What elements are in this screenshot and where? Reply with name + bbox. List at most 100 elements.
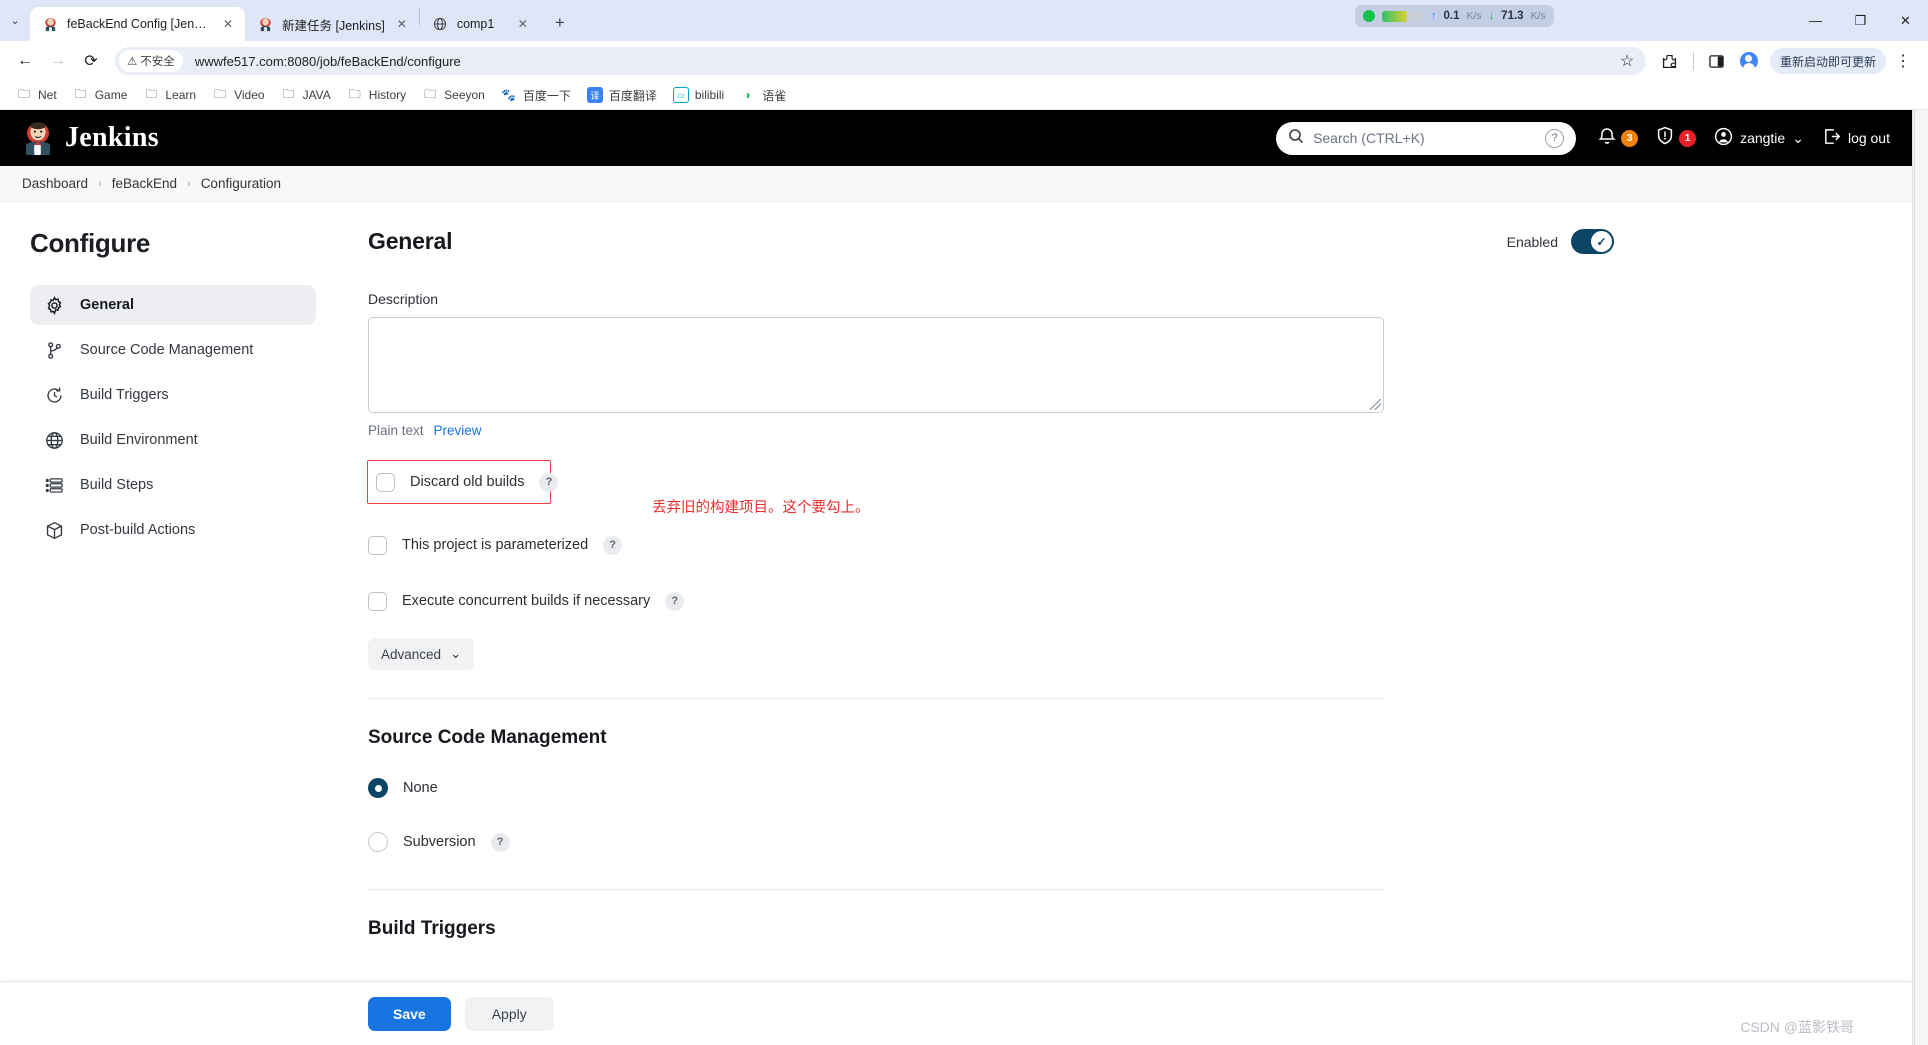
apply-button[interactable]: Apply [464, 996, 554, 1031]
window-scroll-rail [1914, 110, 1928, 1045]
help-icon[interactable]: ? [539, 472, 559, 492]
sidebar-item-build-environment[interactable]: Build Environment [30, 420, 316, 460]
gear-icon [44, 295, 64, 315]
close-window-icon[interactable]: ✕ [1883, 4, 1928, 38]
logout-label: log out [1847, 130, 1890, 146]
scm-none-radio[interactable] [368, 778, 388, 798]
bell-icon [1598, 126, 1616, 150]
tab-search-chevron-icon[interactable]: ⌄ [0, 0, 30, 41]
section-title-general: General [368, 228, 453, 254]
sidebar-item-build-steps[interactable]: Build Steps [30, 465, 316, 505]
configure-main: General Enabled ✓ Description Plain text… [340, 228, 1650, 1045]
enabled-toggle[interactable]: ✓ [1571, 229, 1614, 254]
concurrent-builds-checkbox[interactable] [368, 591, 387, 611]
bookmark-learn[interactable]: 🗀 Learn [136, 84, 203, 106]
extensions-icon[interactable] [1655, 46, 1685, 76]
description-textarea[interactable] [368, 317, 1384, 413]
bookmark-label: JAVA [302, 88, 331, 102]
address-bar[interactable]: ⚠ 不安全 wwwfe517.com:8080/job/feBackEnd/co… [115, 47, 1646, 75]
jenkins-logo[interactable]: Jenkins [22, 121, 159, 155]
bookmark-star-icon[interactable]: ☆ [1612, 46, 1642, 76]
address-bar-actions: ☆ [1612, 46, 1642, 76]
user-name: zangtie [1740, 130, 1786, 146]
user-menu-button[interactable]: zangtie ⌄ [1714, 127, 1804, 149]
save-button[interactable]: Save [368, 996, 451, 1031]
logout-button[interactable]: log out [1822, 127, 1890, 149]
discard-old-builds-row[interactable]: Discard old builds ? [367, 460, 559, 504]
preview-link[interactable]: Preview [434, 423, 482, 438]
browser-tab-3[interactable]: comp1 ✕ [420, 7, 540, 41]
search-input[interactable]: Search (CTRL+K) ? [1276, 121, 1577, 155]
bookmark-baidu-fanyi[interactable]: 译 百度翻译 [580, 84, 664, 107]
yuque-icon: ◗ [744, 88, 752, 102]
parameterized-row[interactable]: This project is parameterized ? [368, 530, 1614, 560]
help-icon[interactable]: ? [665, 591, 685, 611]
tab-title: feBackEnd Config [Jenkins] [67, 17, 211, 31]
browser-menu-icon[interactable]: ⋮ [1888, 46, 1918, 76]
bookmark-baidu[interactable]: 🐾 百度一下 [494, 84, 578, 107]
bookmark-seeyon[interactable]: 🗀 Seeyon [415, 84, 492, 106]
network-speed-widget[interactable]: ↑ 0.1 K/s ↓ 71.3 K/s [1355, 5, 1554, 27]
sidebar-item-label: Post-build Actions [80, 522, 196, 538]
browser-tab-1[interactable]: feBackEnd Config [Jenkins] ✕ [30, 7, 245, 41]
bookmark-video[interactable]: 🗀 Video [205, 84, 271, 106]
section-title-build-triggers: Build Triggers [368, 918, 496, 939]
bookmark-game[interactable]: 🗀 Game [66, 84, 135, 106]
help-icon[interactable]: ? [603, 535, 623, 555]
browser-toolbar: ← → ⟳ ⚠ 不安全 wwwfe517.com:8080/job/feBack… [0, 41, 1928, 81]
notifications-button[interactable]: 3 [1598, 126, 1639, 150]
bookmark-yuque[interactable]: ◗ 语雀 [733, 84, 793, 107]
sidebar-item-label: Build Steps [80, 477, 154, 493]
checkbox-label: Discard old builds [410, 474, 525, 490]
scm-option-none[interactable]: None [368, 773, 1614, 803]
bilibili-icon: ▭ [672, 87, 689, 103]
logout-icon [1822, 127, 1841, 149]
bookmark-history[interactable]: 🗀 History [340, 84, 413, 106]
search-icon [1288, 128, 1304, 149]
minimize-icon[interactable]: — [1793, 4, 1838, 38]
jenkins-header-actions: 3 1 zangtie ⌄ log out [1598, 126, 1890, 150]
close-icon[interactable]: ✕ [219, 15, 237, 33]
update-label: 重新启动即可更新 [1779, 54, 1876, 69]
concurrent-builds-row[interactable]: Execute concurrent builds if necessary ? [368, 586, 1614, 616]
security-warnings-button[interactable]: 1 [1656, 126, 1697, 150]
update-available-button[interactable]: 重新启动即可更新 [1769, 48, 1886, 74]
enabled-toggle-group: Enabled ✓ [1507, 229, 1614, 254]
user-circle-icon [1714, 127, 1733, 149]
help-icon[interactable]: ? [490, 832, 510, 852]
bookmark-label: Seeyon [444, 88, 485, 102]
breadcrumb-item-configuration[interactable]: Configuration [201, 176, 281, 191]
sidebar-item-build-triggers[interactable]: Build Triggers [30, 375, 316, 415]
new-tab-button[interactable]: + [545, 8, 575, 38]
chevron-down-icon: ⌄ [1792, 129, 1804, 146]
maximize-icon[interactable]: ❐ [1838, 4, 1883, 38]
advanced-button[interactable]: Advanced ⌄ [368, 638, 475, 670]
discard-old-builds-checkbox[interactable] [376, 472, 395, 492]
sidebar-item-source-code-management[interactable]: Source Code Management [30, 330, 316, 370]
page-title: Configure [30, 228, 151, 258]
cpu-meter-icon [1382, 10, 1424, 22]
general-section-header: General Enabled ✓ [368, 228, 1614, 261]
close-icon[interactable]: ✕ [514, 15, 532, 33]
profile-avatar[interactable] [1734, 46, 1764, 76]
site-security-chip[interactable]: ⚠ 不安全 [119, 50, 183, 72]
sidebar-item-general[interactable]: General [30, 285, 316, 325]
breadcrumb-item-febackend[interactable]: feBackEnd [112, 176, 177, 191]
side-panel-icon[interactable] [1702, 46, 1732, 76]
parameterized-checkbox[interactable] [368, 535, 387, 555]
breadcrumb-item-dashboard[interactable]: Dashboard [22, 176, 88, 191]
reload-icon[interactable]: ⟳ [76, 46, 106, 76]
section-divider [368, 889, 1384, 890]
bookmark-java[interactable]: 🗀 JAVA [274, 84, 338, 106]
back-icon[interactable]: ← [10, 46, 40, 76]
search-help-icon[interactable]: ? [1545, 128, 1565, 148]
close-icon[interactable]: ✕ [393, 15, 411, 33]
browser-tab-2[interactable]: 新建任务 [Jenkins] ✕ [245, 7, 419, 41]
scm-option-subversion[interactable]: Subversion ? [368, 827, 1614, 857]
forward-icon[interactable]: → [43, 46, 73, 76]
bookmark-net[interactable]: 🗀 Net [9, 84, 64, 106]
bookmark-label: History [368, 88, 407, 102]
bookmark-bilibili[interactable]: ▭ bilibili [666, 84, 731, 106]
sidebar-item-post-build-actions[interactable]: Post-build Actions [30, 510, 316, 550]
scm-subversion-radio[interactable] [368, 832, 388, 852]
